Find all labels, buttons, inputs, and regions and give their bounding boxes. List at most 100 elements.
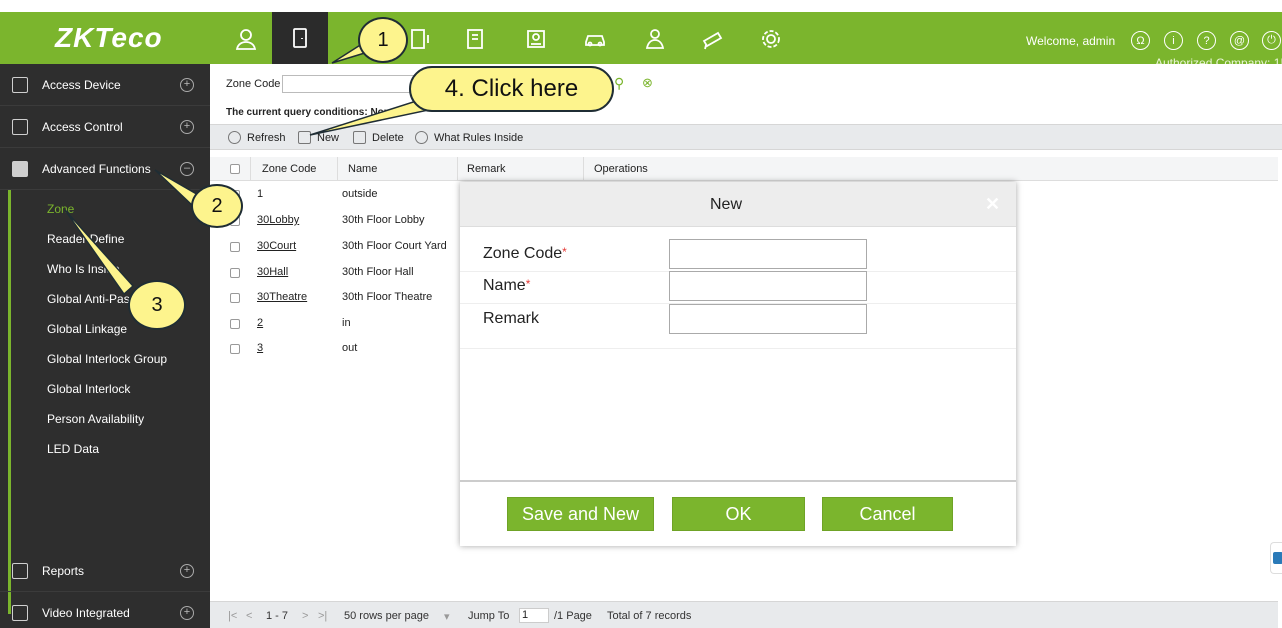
next-page-icon[interactable]: > bbox=[302, 610, 308, 622]
help-icon[interactable]: ? bbox=[1197, 31, 1216, 50]
remark-field[interactable] bbox=[669, 304, 867, 334]
submenu-who-is-inside[interactable]: Who Is Inside bbox=[47, 262, 120, 276]
new-button[interactable]: New bbox=[298, 131, 339, 144]
sidebar-item-access-control[interactable]: Access Control + bbox=[0, 106, 210, 148]
zone-name-cell: outside bbox=[342, 188, 378, 200]
name-field-label: Name* bbox=[483, 277, 531, 294]
submenu-reader-define[interactable]: Reader Define bbox=[47, 232, 124, 246]
chevron-down-icon[interactable]: ▾ bbox=[444, 610, 450, 623]
patrol-icon[interactable] bbox=[637, 22, 673, 56]
remark-field-label: Remark bbox=[483, 310, 540, 327]
zone-name-cell: 30th Floor Lobby bbox=[342, 214, 425, 226]
refresh-button[interactable]: Refresh bbox=[228, 131, 286, 144]
ok-button[interactable]: OK bbox=[672, 497, 805, 531]
zone-name-cell: 30th Floor Hall bbox=[342, 266, 414, 278]
save-and-new-button[interactable]: Save and New bbox=[507, 497, 654, 531]
select-all-checkbox[interactable] bbox=[230, 164, 240, 174]
submenu-global-interlock-group[interactable]: Global Interlock Group bbox=[47, 352, 167, 366]
row-checkbox[interactable] bbox=[230, 268, 240, 278]
search-icon[interactable]: ⚲ bbox=[614, 75, 624, 92]
camera-icon[interactable] bbox=[695, 22, 731, 56]
collapse-icon[interactable]: – bbox=[180, 161, 194, 176]
zone-code-cell[interactable]: 30Lobby bbox=[257, 214, 299, 226]
query-condition-text: The current query conditions: None bbox=[226, 107, 396, 118]
refresh-icon bbox=[228, 131, 241, 144]
building-icon[interactable] bbox=[457, 22, 493, 56]
sidebar-item-access-device[interactable]: Access Device + bbox=[0, 64, 210, 106]
new-icon bbox=[298, 131, 311, 144]
jump-to-label: Jump To bbox=[468, 610, 510, 622]
zone-code-cell[interactable]: 30Theatre bbox=[257, 291, 307, 303]
welcome-text: Welcome, admin bbox=[1026, 34, 1116, 48]
jump-to-input[interactable]: 1 bbox=[519, 608, 549, 623]
table-header: Zone Code Name Remark Operations bbox=[210, 157, 1278, 181]
person-icon[interactable] bbox=[228, 22, 264, 56]
total-records: Total of 7 records bbox=[607, 610, 692, 622]
submenu-global-linkage[interactable]: Global Linkage bbox=[47, 322, 127, 336]
settings-icon[interactable] bbox=[753, 22, 789, 56]
expand-icon[interactable]: + bbox=[180, 119, 194, 134]
info-icon[interactable]: i bbox=[1164, 31, 1183, 50]
row-checkbox[interactable] bbox=[230, 319, 240, 329]
zone-code-field[interactable] bbox=[669, 239, 867, 269]
what-rules-inside-button[interactable]: What Rules Inside bbox=[415, 131, 523, 144]
close-icon[interactable]: ✕ bbox=[985, 194, 1000, 215]
advanced-icon bbox=[12, 160, 28, 177]
zone-name-cell: 30th Floor Court Yard bbox=[342, 240, 447, 252]
expand-icon[interactable]: + bbox=[180, 563, 194, 578]
zone-code-cell[interactable]: 3 bbox=[257, 342, 263, 354]
col-remark[interactable]: Remark bbox=[467, 163, 506, 175]
zone-code-label: Zone Code bbox=[226, 78, 281, 90]
power-icon[interactable]: ⏻ bbox=[1262, 31, 1281, 50]
zone-code-field-label: Zone Code* bbox=[483, 245, 567, 262]
visitor-icon[interactable] bbox=[518, 22, 554, 56]
col-zone-code[interactable]: Zone Code bbox=[262, 163, 316, 175]
row-checkbox[interactable] bbox=[230, 293, 240, 303]
video-icon bbox=[12, 604, 28, 621]
top-navigation-bar: ZKTeco Welcome, admin Ω i ? @ ⏻ Authoriz… bbox=[0, 12, 1282, 70]
report-icon bbox=[12, 562, 28, 579]
col-name[interactable]: Name bbox=[348, 163, 377, 175]
toolbar: Refresh New Delete What Rules Inside bbox=[210, 124, 1282, 150]
zone-name-cell: out bbox=[342, 342, 358, 354]
delete-icon bbox=[353, 131, 366, 144]
sidebar: Access Device + Access Control + Advance… bbox=[0, 64, 210, 628]
user-icon[interactable]: Ω bbox=[1131, 31, 1150, 50]
expand-icon[interactable]: + bbox=[180, 77, 194, 92]
profile-icon[interactable]: @ bbox=[1230, 31, 1249, 50]
zone-code-cell[interactable]: 2 bbox=[257, 317, 263, 329]
prev-page-icon[interactable]: < bbox=[246, 610, 252, 622]
zone-code-cell[interactable]: 30Court bbox=[257, 240, 296, 252]
zone-code-cell[interactable]: 1 bbox=[257, 188, 263, 200]
row-checkbox[interactable] bbox=[230, 344, 240, 354]
sidebar-item-video-integrated[interactable]: Video Integrated + bbox=[0, 592, 210, 628]
parking-icon[interactable] bbox=[577, 22, 613, 56]
step-4-callout: 4. Click here bbox=[409, 66, 614, 112]
page-range: 1 - 7 bbox=[266, 610, 289, 622]
page-total: /1 Page bbox=[554, 610, 592, 622]
side-float-tab[interactable] bbox=[1270, 542, 1282, 574]
submenu-led-data[interactable]: LED Data bbox=[47, 442, 99, 456]
expand-icon[interactable]: + bbox=[180, 605, 194, 620]
name-field[interactable] bbox=[669, 271, 867, 301]
col-operations: Operations bbox=[594, 163, 648, 175]
new-zone-dialog: New ✕ Zone Code* Name* Remark Save and N… bbox=[460, 182, 1016, 546]
submenu-zone[interactable]: Zone bbox=[47, 202, 74, 216]
zone-code-cell[interactable]: 30Hall bbox=[257, 266, 288, 278]
chat-icon bbox=[1273, 552, 1282, 564]
sidebar-item-reports[interactable]: Reports + bbox=[0, 550, 210, 592]
submenu-person-availability[interactable]: Person Availability bbox=[47, 412, 144, 426]
dialog-title: New bbox=[710, 196, 743, 213]
row-checkbox[interactable] bbox=[230, 242, 240, 252]
cancel-button[interactable]: Cancel bbox=[822, 497, 953, 531]
first-page-icon[interactable]: |< bbox=[228, 610, 237, 622]
submenu-global-interlock[interactable]: Global Interlock bbox=[47, 382, 130, 396]
step-1-callout: 1 bbox=[358, 17, 408, 63]
last-page-icon[interactable]: >| bbox=[318, 610, 327, 622]
delete-button[interactable]: Delete bbox=[353, 131, 404, 144]
rows-per-page-select[interactable]: 50 rows per page bbox=[344, 610, 429, 622]
step-3-callout: 3 bbox=[128, 280, 186, 330]
sidebar-item-advanced-functions[interactable]: Advanced Functions – bbox=[0, 148, 210, 190]
door-icon[interactable] bbox=[272, 12, 328, 64]
clear-icon[interactable]: ⊗ bbox=[642, 75, 653, 91]
